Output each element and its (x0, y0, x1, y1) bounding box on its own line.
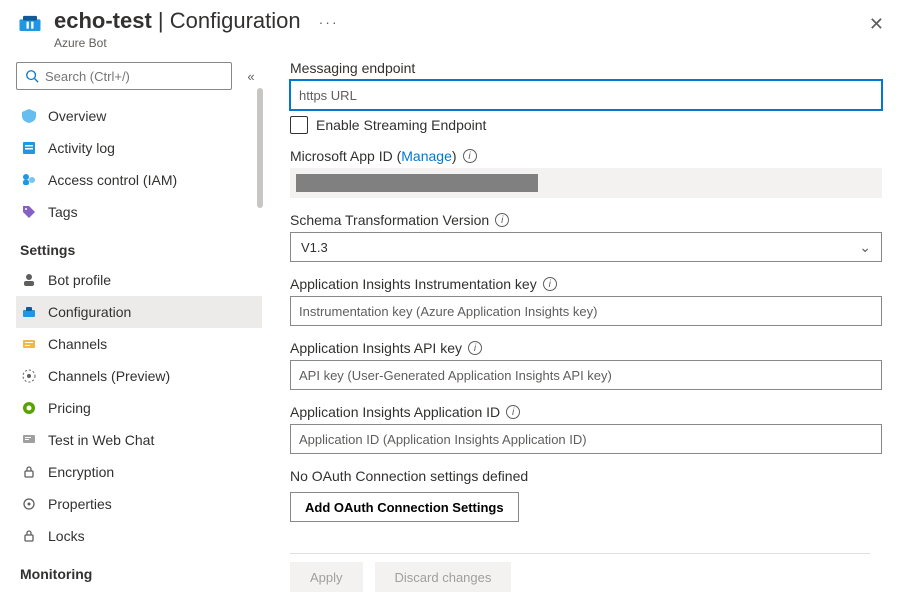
sidebar-item-overview[interactable]: Overview (16, 100, 262, 132)
channels-preview-icon (20, 367, 38, 385)
ai-api-key-input[interactable] (290, 360, 882, 390)
lock-icon (20, 463, 38, 481)
sidebar: « Overview Activity log Access control (… (0, 54, 262, 604)
lock-icon (20, 527, 38, 545)
sidebar-search-input[interactable] (16, 62, 232, 90)
sidebar-item-locks[interactable]: Locks (16, 520, 262, 552)
info-icon[interactable]: i (543, 277, 557, 291)
info-icon[interactable]: i (506, 405, 520, 419)
iam-icon (20, 171, 38, 189)
sidebar-item-access-control[interactable]: Access control (IAM) (16, 164, 262, 196)
sidebar-item-channels-preview[interactable]: Channels (Preview) (16, 360, 262, 392)
apply-button[interactable]: Apply (290, 562, 363, 592)
sidebar-item-properties[interactable]: Properties (16, 488, 262, 520)
oauth-empty-message: No OAuth Connection settings defined (290, 468, 882, 484)
enable-streaming-checkbox[interactable]: Enable Streaming Endpoint (290, 116, 882, 134)
properties-icon (20, 495, 38, 513)
sidebar-item-encryption[interactable]: Encryption (16, 456, 262, 488)
sidebar-item-activity-log[interactable]: Activity log (16, 132, 262, 164)
bot-resource-icon (16, 10, 44, 38)
messaging-endpoint-input[interactable] (290, 80, 882, 110)
activity-log-icon (20, 139, 38, 157)
sidebar-item-pricing[interactable]: Pricing (16, 392, 262, 424)
close-blade-button[interactable]: ✕ (869, 14, 884, 35)
sidebar-item-test-in-web-chat[interactable]: Test in Web Chat (16, 424, 262, 456)
discard-changes-button[interactable]: Discard changes (375, 562, 512, 592)
ai-api-key-label: Application Insights API keyi (290, 340, 882, 356)
collapse-sidebar-button[interactable]: « (240, 69, 262, 84)
resource-type-label: Azure Bot (54, 36, 301, 50)
ai-instrumentation-key-input[interactable] (290, 296, 882, 326)
content-pane: Messaging endpoint Enable Streaming Endp… (262, 54, 904, 604)
blade-header: echo-test | Configuration Azure Bot ··· (0, 0, 904, 54)
channels-icon (20, 335, 38, 353)
info-icon[interactable]: i (463, 149, 477, 163)
chevron-down-icon: ⌄ (859, 239, 871, 256)
overview-icon (20, 107, 38, 125)
ai-application-id-label: Application Insights Application IDi (290, 404, 882, 420)
sidebar-section-monitoring: Monitoring (20, 566, 262, 582)
info-icon[interactable]: i (495, 213, 509, 227)
app-id-label: Microsoft App ID (Manage) i (290, 148, 882, 164)
configuration-icon (20, 303, 38, 321)
schema-version-label: Schema Transformation Versioni (290, 212, 882, 228)
ai-application-id-input[interactable] (290, 424, 882, 454)
checkbox-box[interactable] (290, 116, 308, 134)
sidebar-section-settings: Settings (20, 242, 262, 258)
sidebar-item-bot-profile[interactable]: Bot profile (16, 264, 262, 296)
sidebar-item-tags[interactable]: Tags (16, 196, 262, 228)
sidebar-item-configuration[interactable]: Configuration (16, 296, 262, 328)
page-title: echo-test | Configuration (54, 8, 301, 34)
tags-icon (20, 203, 38, 221)
manage-app-id-link[interactable]: Manage (401, 148, 452, 164)
add-oauth-connection-button[interactable]: Add OAuth Connection Settings (290, 492, 519, 522)
more-actions-button[interactable]: ··· (319, 14, 339, 30)
webchat-icon (20, 431, 38, 449)
sidebar-item-channels[interactable]: Channels (16, 328, 262, 360)
messaging-endpoint-label: Messaging endpoint (290, 60, 882, 76)
footer-actions: Apply Discard changes (290, 553, 870, 592)
info-icon[interactable]: i (468, 341, 482, 355)
bot-profile-icon (20, 271, 38, 289)
app-id-value (290, 168, 882, 198)
search-icon (25, 69, 39, 83)
ai-instrumentation-key-label: Application Insights Instrumentation key… (290, 276, 882, 292)
pricing-icon (20, 399, 38, 417)
schema-version-select[interactable]: V1.3 ⌄ (290, 232, 882, 262)
